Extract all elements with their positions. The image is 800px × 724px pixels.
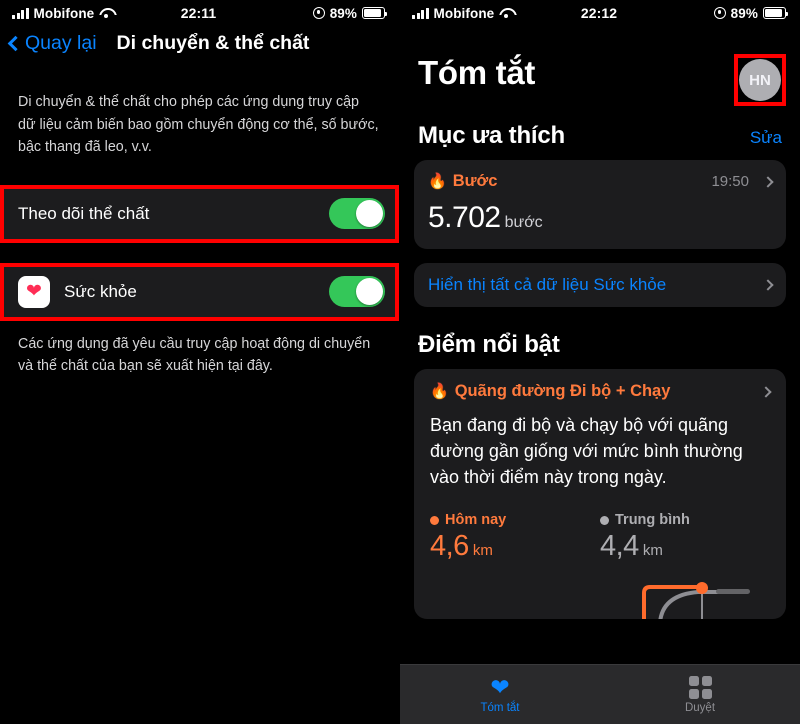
highlights-body-text: Bạn đang đi bộ và chạy bộ với quãng đườn…: [430, 415, 743, 488]
stat-average-unit: km: [642, 542, 663, 560]
steps-metric: 5.702 bước: [428, 201, 772, 235]
status-bar-right: Mobifone 22:12 89%: [400, 0, 800, 26]
back-button-label: Quay lại: [25, 32, 97, 54]
stat-today-value: 4,6: [430, 530, 469, 563]
row-spacer: [0, 243, 399, 263]
highlights-section-header: Điểm nổi bật: [400, 307, 800, 369]
page-title: Di chuyển & thể chất: [116, 32, 310, 54]
edit-favorites-button[interactable]: Sửa: [750, 128, 782, 148]
health-app-label: Sức khỏe: [64, 281, 137, 301]
avatar-highlight-box: HN: [734, 54, 786, 106]
battery-icon: [362, 7, 388, 19]
show-all-health-data-label: Hiển thị tất cả dữ liệu Sức khỏe: [428, 275, 667, 294]
status-right-group-right: 89%: [617, 5, 788, 21]
signal-bars-icon: [12, 7, 29, 19]
wifi-icon: [499, 8, 513, 19]
fitness-tracking-row[interactable]: Theo dõi thể chất: [4, 188, 395, 239]
health-heart-icon: ❤: [18, 275, 50, 308]
steps-category-label: Bước: [452, 172, 498, 190]
stat-today-unit: km: [472, 542, 493, 560]
clock-label: 22:11: [180, 5, 217, 21]
heart-icon: ❤: [490, 673, 510, 700]
stat-today: Hôm nay 4,6 km: [430, 512, 600, 563]
stat-average-value-row: 4,4 km: [600, 530, 770, 563]
steps-timestamp: 19:50: [711, 173, 749, 190]
highlights-card[interactable]: 🔥 Quãng đường Đi bộ + Chạy Bạn đang đi b…: [414, 369, 786, 619]
steps-card[interactable]: 🔥 Bước 19:50 5.702 bước: [414, 160, 786, 249]
tab-browse[interactable]: Duyệt: [600, 675, 800, 714]
status-right-group: 89%: [216, 5, 388, 21]
chevron-left-icon: [7, 35, 24, 52]
battery-icon: [763, 7, 788, 19]
fitness-tracking-label: Theo dõi thể chất: [18, 203, 150, 223]
navigation-bar: Quay lại Di chuyển & thể chất: [0, 26, 399, 65]
stat-average-label: Trung bình: [615, 512, 690, 529]
battery-percent-label: 89%: [329, 5, 358, 21]
tab-browse-label: Duyệt: [684, 701, 716, 714]
steps-card-header: 🔥 Bước 19:50: [428, 172, 774, 191]
location-icon: [713, 7, 726, 19]
avatar[interactable]: HN: [739, 59, 781, 101]
dual-screenshot: Mobifone 22:11 89% Quay lại Di chuyển & …: [0, 0, 800, 724]
fitness-tracking-highlight-box: Theo dõi thể chất: [0, 184, 399, 243]
favorites-title: Mục ưa thích: [418, 122, 565, 149]
fitness-tracking-toggle[interactable]: [329, 198, 385, 230]
tab-summary[interactable]: ❤ Tóm tắt: [400, 673, 600, 714]
steps-unit: bước: [504, 214, 543, 231]
status-left-group-right: Mobifone: [412, 6, 581, 21]
signal-bars-icon: [412, 7, 429, 19]
highlights-card-header: 🔥 Quãng đường Đi bộ + Chạy: [430, 382, 772, 401]
chevron-right-icon: [762, 279, 774, 291]
flame-icon: 🔥: [428, 173, 447, 190]
status-left-group: Mobifone: [12, 6, 181, 21]
stat-average-value: 4,4: [600, 530, 639, 563]
wifi-icon: [99, 8, 113, 19]
footnote-text: Các ứng dụng đã yêu cầu truy cập hoạt độ…: [18, 335, 371, 375]
flame-icon: 🔥: [430, 383, 449, 400]
today-dot-icon: [430, 515, 439, 525]
highlights-stats: Hôm nay 4,6 km Trung bình 4,4 km: [430, 512, 770, 563]
show-all-health-data-link[interactable]: Hiển thị tất cả dữ liệu Sức khỏe: [414, 263, 786, 307]
clock-label: 22:12: [580, 5, 618, 21]
left-phone-panel: Mobifone 22:11 89% Quay lại Di chuyển & …: [0, 0, 400, 724]
carrier-label: Mobifone: [33, 5, 95, 21]
battery-percent-label: 89%: [730, 5, 758, 21]
grid-icon: [688, 675, 712, 699]
highlights-category-label: Quãng đường Đi bộ + Chạy: [454, 382, 671, 400]
favorites-section-header: Mục ưa thích Sửa: [400, 106, 800, 160]
status-bar-left: Mobifone 22:11 89%: [0, 0, 399, 26]
health-app-toggle[interactable]: [329, 276, 385, 308]
right-phone-panel: Mobifone 22:12 89% Tóm tắt HN Mục ưa thí…: [400, 0, 800, 724]
stat-average-header: Trung bình: [600, 512, 770, 528]
health-app-highlight-box: ❤ Sức khỏe: [0, 262, 399, 321]
stat-today-value-row: 4,6 km: [430, 530, 600, 563]
stat-average: Trung bình 4,4 km: [600, 512, 770, 563]
stat-today-label: Hôm nay: [445, 512, 507, 529]
summary-title: Tóm tắt: [418, 54, 536, 91]
stat-today-header: Hôm nay: [430, 512, 600, 528]
chevron-right-icon: [760, 385, 772, 398]
intro-description: Di chuyển & thể chất cho phép các ứng dụ…: [18, 94, 379, 156]
chevron-right-icon: [762, 175, 774, 188]
health-app-row[interactable]: ❤ Sức khỏe: [4, 266, 395, 317]
tab-bar: ❤ Tóm tắt Duyệt: [400, 664, 800, 724]
highlights-title: Điểm nổi bật: [418, 331, 560, 358]
back-button[interactable]: Quay lại: [7, 32, 97, 55]
heart-glyph-icon: ❤: [26, 281, 42, 303]
location-icon: [312, 7, 325, 19]
tab-summary-label: Tóm tắt: [480, 701, 520, 714]
carrier-label: Mobifone: [433, 5, 495, 21]
distance-mini-chart: [642, 582, 750, 619]
average-dot-icon: [600, 515, 609, 525]
summary-header: Tóm tắt HN: [400, 26, 800, 106]
steps-value: 5.702: [428, 201, 501, 234]
